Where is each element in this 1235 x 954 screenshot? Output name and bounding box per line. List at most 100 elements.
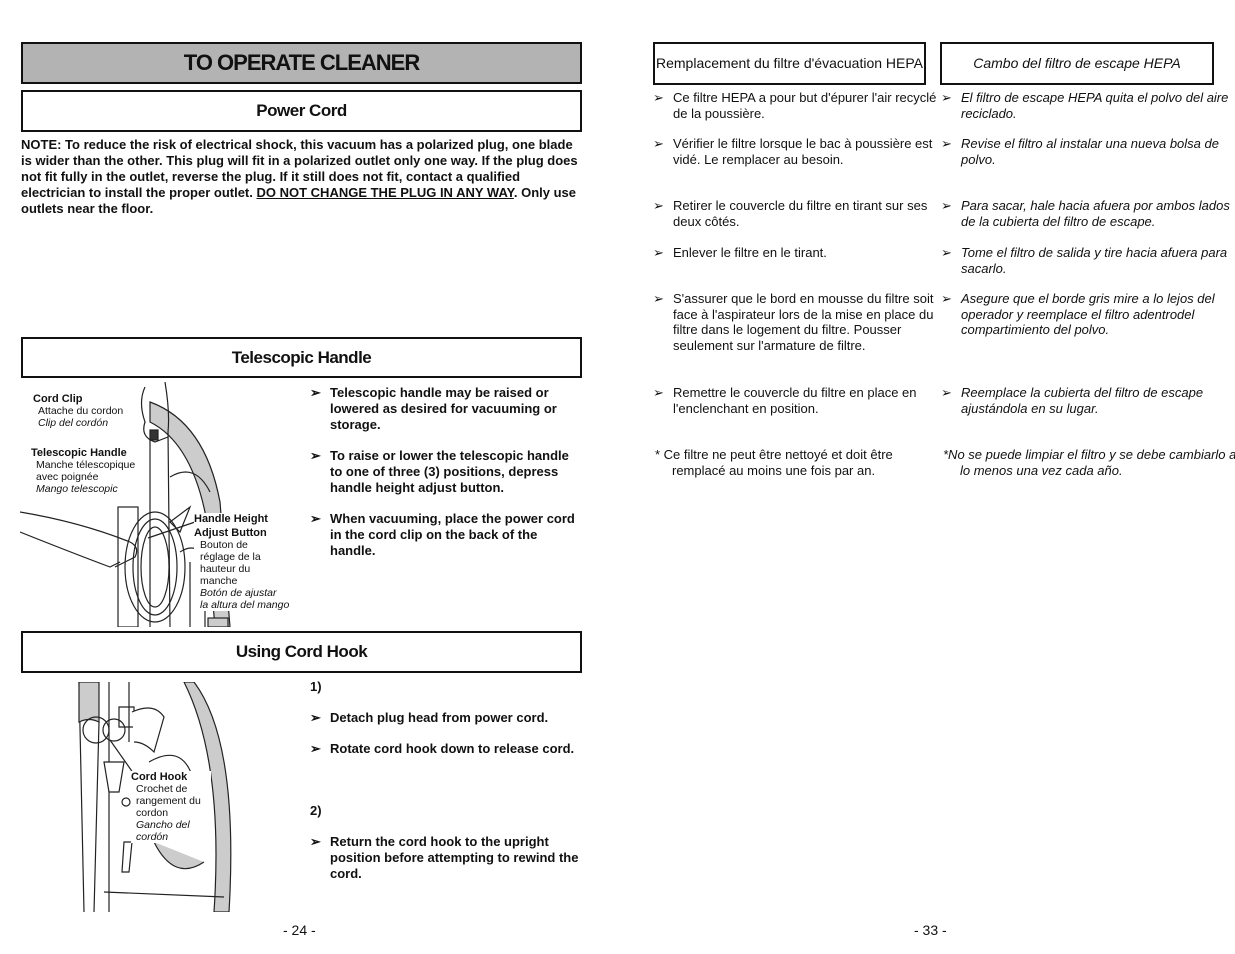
spanish-bullet-text: Reemplace la cubierta del filtro de esca…	[961, 385, 1204, 416]
spanish-footnote-text: *No se puede limpiar el filtro y se debe…	[943, 447, 1235, 478]
cord-clip-es: Clip del cordón	[38, 417, 109, 429]
height-button-en1: Handle Height	[194, 513, 268, 525]
arrow-bullet-icon: ➢	[310, 511, 321, 526]
height-button-fr3: hauteur du	[200, 563, 251, 575]
section-title-box: TO OPERATE CLEANER	[21, 42, 582, 84]
arrow-bullet-icon: ➢	[653, 198, 664, 213]
telescopic-handle-heading: Telescopic Handle	[231, 347, 372, 367]
page-number-left: - 24 -	[283, 922, 316, 938]
cord-hook-fr1: Crochet de	[136, 783, 188, 795]
arrow-bullet-icon: ➢	[941, 198, 952, 213]
arrow-bullet-icon: ➢	[310, 385, 321, 400]
arrow-bullet-icon: ➢	[310, 710, 321, 725]
french-footnote-text: * Ce filtre ne peut être nettoyé et doit…	[655, 447, 893, 478]
telescopic-handle-instructions: ➢ Telescopic handle may be raised or low…	[310, 385, 582, 559]
cord-clip-label: Cord Clip Attache du cordon Clip del cor…	[33, 393, 123, 429]
cord-hook-heading: Using Cord Hook	[235, 642, 368, 661]
instruction-text: Return the cord hook to the upright posi…	[330, 834, 579, 881]
height-button-fr4: manche	[200, 575, 238, 587]
arrow-bullet-icon: ➢	[941, 136, 952, 151]
spanish-bullet: ➢ Tome el filtro de salida y tire hacia …	[941, 245, 1235, 276]
power-cord-heading: Power Cord	[256, 101, 347, 120]
cord-hook-label: Cord Hook Crochet de rangement du cordon…	[131, 771, 211, 843]
cord-hook-heading-box: Using Cord Hook	[21, 631, 582, 673]
telescopic-handle-en: Telescopic Handle	[31, 447, 127, 459]
french-bullet-text: Ce filtre HEPA a pour but d'épurer l'air…	[673, 90, 937, 121]
cord-hook-en: Cord Hook	[131, 771, 188, 783]
spanish-bullet: ➢ Asegure que el borde gris mire a lo le…	[941, 291, 1235, 338]
cord-hook-es1: Gancho del	[136, 819, 190, 831]
page-number-right: - 33 -	[914, 922, 947, 938]
spanish-bullet: ➢ El filtro de escape HEPA quita el polv…	[941, 90, 1235, 121]
telescopic-handle-es: Mango telescopic	[36, 483, 118, 495]
french-bullet: ➢ Retirer le couvercle du filtre en tira…	[653, 198, 948, 229]
french-bullet-text: Remettre le couvercle du filtre en place…	[673, 385, 917, 416]
note-warning: DO NOT CHANGE THE PLUG IN ANY WAY	[256, 185, 514, 200]
arrow-bullet-icon: ➢	[653, 90, 664, 105]
arrow-bullet-icon: ➢	[653, 245, 664, 260]
instruction-text: Telescopic handle may be raised or lower…	[330, 385, 557, 432]
instruction-item: ➢ Rotate cord hook down to release cord.	[310, 741, 582, 757]
height-button-fr2: réglage de la	[200, 551, 261, 563]
spanish-footnote: *No se puede limpiar el filtro y se debe…	[943, 447, 1235, 478]
step-1-label: 1)	[310, 679, 322, 694]
instruction-item: ➢ Telescopic handle may be raised or low…	[310, 385, 582, 433]
arrow-bullet-icon: ➢	[653, 385, 664, 400]
instruction-item: ➢ Return the cord hook to the upright po…	[310, 834, 582, 882]
telescopic-handle-heading-box: Telescopic Handle	[21, 337, 582, 378]
spanish-bullet: ➢ Revise el filtro al instalar una nueva…	[941, 136, 1235, 167]
page-title: TO OPERATE CLEANER	[183, 50, 420, 75]
height-button-fr1: Bouton de	[200, 539, 248, 551]
handle-height-button-label: Handle Height Adjust Button Bouton de ré…	[194, 513, 290, 611]
spanish-bullet-text: Revise el filtro al instalar una nueva b…	[961, 136, 1219, 167]
arrow-bullet-icon: ➢	[653, 291, 664, 306]
french-bullet: ➢ Ce filtre HEPA a pour but d'épurer l'a…	[653, 90, 948, 121]
spanish-heading-box: Cambo del filtro de escape HEPA	[940, 42, 1214, 85]
french-bullet: ➢ S'assurer que le bord en mousse du fil…	[653, 291, 948, 353]
arrow-bullet-icon: ➢	[941, 245, 952, 260]
power-cord-heading-box: Power Cord	[21, 90, 582, 132]
french-bullet-text: Vérifier le filtre lorsque le bac à pous…	[673, 136, 933, 167]
arrow-bullet-icon: ➢	[941, 385, 952, 400]
french-bullet: ➢ Remettre le couvercle du filtre en pla…	[653, 385, 948, 416]
spanish-bullet-text: El filtro de escape HEPA quita el polvo …	[961, 90, 1229, 121]
arrow-bullet-icon: ➢	[310, 448, 321, 463]
cord-hook-fr3: cordon	[136, 807, 169, 819]
arrow-bullet-icon: ➢	[941, 90, 952, 105]
instruction-text: Rotate cord hook down to release cord.	[330, 741, 575, 756]
cord-hook-fr2: rangement du	[136, 795, 201, 807]
telescopic-handle-label: Telescopic Handle Manche télescopique av…	[31, 447, 135, 495]
spanish-bullet-text: Tome el filtro de salida y tire hacia af…	[961, 245, 1228, 276]
telescopic-handle-fr1: Manche télescopique	[36, 459, 136, 471]
french-bullet-text: Enlever le filtre en le tirant.	[673, 245, 827, 260]
cord-hook-instructions: 1) ➢ Detach plug head from power cord. ➢…	[310, 679, 582, 882]
telescopic-handle-fr2: avec poignée	[36, 471, 99, 483]
arrow-bullet-icon: ➢	[941, 291, 952, 306]
instruction-item: ➢ To raise or lower the telescopic handl…	[310, 448, 582, 496]
height-button-es1: Botón de ajustar	[200, 587, 277, 599]
french-heading-box: Remplacement du filtre d'évacuation HEPA	[653, 42, 926, 85]
cord-clip-fr: Attache du cordon	[38, 405, 124, 417]
instruction-item: ➢ Detach plug head from power cord.	[310, 710, 582, 726]
french-bullet-text: Retirer le couvercle du filtre en tirant…	[673, 198, 928, 229]
arrow-bullet-icon: ➢	[310, 834, 321, 849]
power-cord-note: NOTE: To reduce the risk of electrical s…	[21, 137, 587, 217]
instruction-text: Detach plug head from power cord.	[330, 710, 549, 725]
spanish-heading: Cambo del filtro de escape HEPA	[973, 55, 1181, 71]
french-bullet: ➢ Enlever le filtre en le tirant.	[653, 245, 948, 261]
instruction-item: ➢ When vacuuming, place the power cord i…	[310, 511, 582, 559]
french-bullet-text: S'assurer que le bord en mousse du filtr…	[673, 291, 934, 353]
arrow-bullet-icon: ➢	[653, 136, 664, 151]
height-button-es2: la altura del mango	[200, 599, 290, 611]
french-heading: Remplacement du filtre d'évacuation HEPA	[656, 55, 923, 71]
height-button-en2: Adjust Button	[194, 527, 267, 539]
french-bullet: ➢ Vérifier le filtre lorsque le bac à po…	[653, 136, 948, 167]
step-2-label: 2)	[310, 803, 322, 818]
cord-hook-es2: cordón	[136, 831, 169, 843]
cord-clip-en: Cord Clip	[33, 393, 83, 405]
instruction-text: To raise or lower the telescopic handle …	[330, 448, 569, 495]
arrow-bullet-icon: ➢	[310, 741, 321, 756]
spanish-bullet-text: Para sacar, hale hacia afuera por ambos …	[961, 198, 1230, 229]
spanish-bullet: ➢ Reemplace la cubierta del filtro de es…	[941, 385, 1235, 416]
spanish-bullet-text: Asegure que el borde gris mire a lo lejo…	[961, 291, 1215, 337]
